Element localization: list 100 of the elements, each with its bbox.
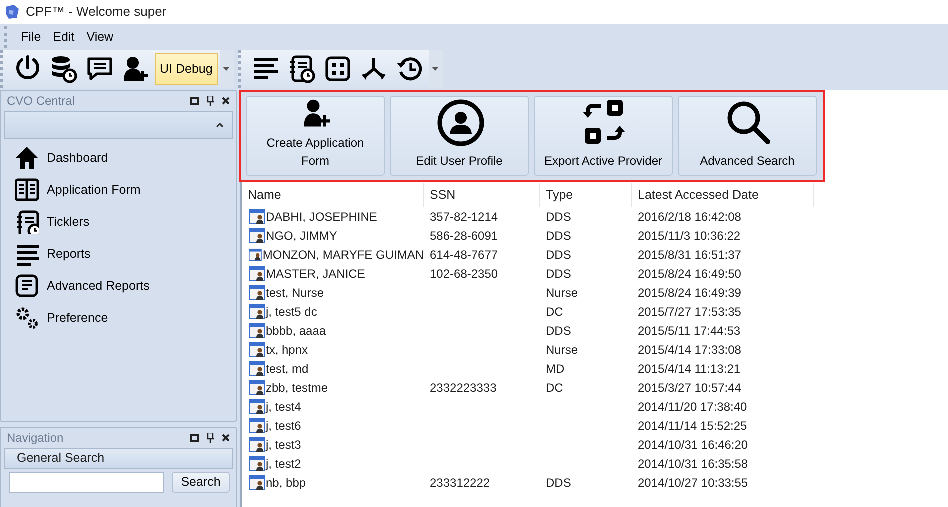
chat-icon [86,55,114,83]
table-cell-text: DABHI, JOSEPHINE [266,208,378,226]
dropdown-button[interactable] [428,50,443,88]
section-header[interactable]: General Search [4,448,233,469]
window-title: CPF™ - Welcome super [26,3,167,22]
table-cell-text: j, test3 [266,436,302,454]
action-button[interactable]: Export Active Provider [534,96,673,176]
gears-icon [15,306,39,330]
close-icon[interactable] [222,97,230,105]
table-cell-text: 102-68-2350 [429,266,500,282]
contact-card-icon [249,208,265,224]
table-cell-text: DC [545,304,564,320]
search-button[interactable]: Search [172,472,230,493]
history-icon [396,55,424,83]
search-field[interactable] [9,472,164,493]
dropdown-button[interactable] [220,50,234,88]
table-cell-text: Nurse [545,284,580,302]
document-icon [15,274,39,298]
notebook-clock-icon [15,210,39,234]
contact-card-icon [249,456,265,472]
contact-card-icon [249,284,265,300]
table-cell-text: test, md [266,360,309,378]
table-cell-text: nb, bbp [266,474,306,492]
table-cell-text: 586-28-6091 [429,228,500,244]
table-cell-text: 2015/4/14 11:13:21 [637,360,742,378]
debug-toggle[interactable]: UI Debug [155,53,218,85]
table-cell-text: DDS [545,266,572,282]
panel-title: Navigation [7,430,65,447]
table-cell-text: 2015/7/27 17:53:35 [637,304,742,320]
caret-icon [432,67,440,71]
contact-card-icon [249,418,265,434]
table-cell-text: 2014/10/31 16:46:20 [637,436,750,454]
table-cell-text: bbbb, aaaa [266,322,326,340]
database-clock-icon [50,55,78,83]
contact-card-icon [249,246,262,262]
table-cell-text: DDS [545,228,572,244]
table-cell-text: 233312222 [429,474,492,492]
action-button[interactable]: Create Application Form [246,96,385,176]
column-header[interactable]: Type [540,183,632,207]
table-cell-text: 2015/11/3 10:36:22 [637,228,742,244]
add-user-icon [122,55,150,83]
column-header[interactable]: Name [242,183,424,207]
menu-item[interactable]: File [15,26,48,48]
table-cell-text: 2015/3/27 10:57:44 [637,380,742,396]
table-cell-text: 2015/4/14 17:33:08 [637,342,742,358]
table-cell-text: j, test6 [266,418,302,434]
notebook-clock-icon [288,55,316,83]
column-header[interactable]: SSN [424,183,540,207]
table-cell-text: 2016/2/18 16:42:08 [637,208,742,226]
chevron-up-icon [216,122,224,128]
maximize-icon[interactable] [190,97,199,105]
table-cell-text: 2332223333 [429,380,498,396]
table-cell-text: DDS [545,208,572,226]
contact-card-icon [249,228,265,244]
contact-card-icon [249,436,265,452]
app-logo-icon [4,4,20,20]
open-book-icon [15,178,39,202]
caret-icon [223,67,230,71]
contact-card-icon [249,380,265,396]
sidebar-item[interactable]: Dashboard [1,142,236,174]
table-cell-text: 2015/8/31 16:51:37 [637,246,742,264]
table-cell-text: tx, hpnx [266,342,308,358]
sidebar-item[interactable]: Advanced Reports [1,270,236,302]
table-cell-text: 2014/11/20 17:38:40 [637,398,748,416]
table-cell-text: j, test5 dc [266,304,318,320]
table-cell-text: DC [545,380,564,396]
table-cell-text: test, Nurse [266,284,324,302]
table-cell-text: j, test4 [266,398,302,416]
table-cell-text: MASTER, JANICE [266,266,366,282]
pin-icon[interactable] [207,433,214,443]
table-cell-text: 614-48-7677 [429,246,500,264]
maximize-icon[interactable] [190,434,199,442]
home-icon [15,146,39,170]
column-header[interactable]: Latest Accessed Date [632,183,814,207]
table-cell-text: zbb, testme [266,380,328,396]
table-cell-text: 357-82-1214 [429,208,500,226]
action-button[interactable]: Edit User Profile [390,96,529,176]
sidebar-item[interactable]: Application Form [1,174,236,206]
table-cell-text: 2014/10/31 16:35:58 [637,456,750,472]
table-cell-text: MONZON, MARYFE GUIMAN [262,246,424,264]
grid-icon [324,55,352,83]
table-cell-text: NGO, JIMMY [266,228,338,244]
table-cell-text: 2015/8/24 16:49:39 [637,284,742,302]
table-cell-text: DDS [545,322,572,340]
sidebar-item[interactable]: Preference [1,302,236,334]
sidebar-item[interactable]: Reports [1,238,236,270]
table-cell-text: DDS [545,474,572,492]
table-cell-text: j, test2 [266,456,302,472]
table-cell-text: DDS [545,246,572,264]
contact-card-icon [249,342,265,358]
menu-item[interactable]: Edit [47,26,81,48]
menu-item[interactable]: View [80,26,120,48]
contact-card-icon [249,322,265,338]
close-icon[interactable] [222,434,230,442]
table-cell-text: 2014/10/27 10:33:55 [637,474,750,492]
action-button[interactable]: Advanced Search [678,96,817,176]
sidebar-item[interactable]: Ticklers [1,206,236,238]
pin-icon[interactable] [207,96,214,106]
table-cell-text: 2015/8/24 16:49:50 [637,266,742,282]
contact-card-icon [249,474,265,490]
